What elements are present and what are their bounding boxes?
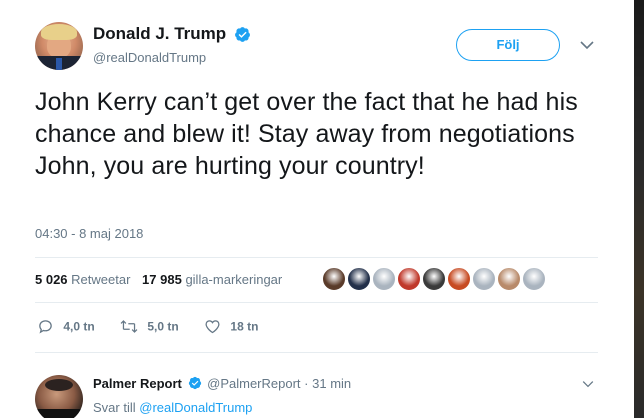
divider [35, 257, 598, 258]
tweet-stats: 5 026 Retweetar 17 985 gilla-markeringar [35, 272, 290, 287]
retweet-button[interactable]: 5,0 tn [120, 318, 179, 335]
reply-header: Palmer Report @PalmerReport · 31 min [93, 376, 351, 391]
liker-avatar[interactable] [372, 267, 396, 291]
tweet-actions: 4,0 tn 5,0 tn 18 tn [37, 318, 280, 335]
tweet-page: Donald J. Trump @realDonaldTrump Följ Jo… [0, 0, 644, 418]
like-stat[interactable]: 17 985 gilla-markeringar [142, 272, 282, 287]
liker-avatars [322, 267, 547, 293]
divider [35, 302, 598, 303]
liker-avatar[interactable] [522, 267, 546, 291]
reply-count: 4,0 tn [63, 319, 95, 334]
reply-context: Svar till @realDonaldTrump [93, 400, 252, 415]
like-button[interactable]: 18 tn [204, 318, 258, 335]
reply-author-handle[interactable]: @PalmerReport [207, 376, 300, 391]
verified-badge-icon [234, 26, 250, 42]
chevron-down-icon[interactable] [582, 380, 594, 388]
background-edge [634, 0, 644, 418]
author-info: Donald J. Trump @realDonaldTrump [93, 24, 251, 65]
liker-avatar[interactable] [397, 267, 421, 291]
tweet-timestamp[interactable]: 04:30 - 8 maj 2018 [35, 226, 143, 241]
author-handle[interactable]: @realDonaldTrump [93, 50, 251, 65]
heart-icon [205, 320, 220, 334]
retweet-action-count: 5,0 tn [147, 319, 179, 334]
liker-avatar[interactable] [472, 267, 496, 291]
avatar-tie [56, 58, 62, 70]
like-count: 17 985 [142, 272, 182, 287]
reply-button[interactable]: 4,0 tn [37, 318, 95, 335]
reply-author-name[interactable]: Palmer Report [93, 376, 182, 391]
liker-avatar[interactable] [322, 267, 346, 291]
like-action-count: 18 tn [230, 319, 259, 334]
reply-prefix: Svar till [93, 400, 136, 415]
liker-avatar[interactable] [422, 267, 446, 291]
verified-badge-icon [188, 376, 201, 390]
liker-avatar[interactable] [497, 267, 521, 291]
tweet-card: Donald J. Trump @realDonaldTrump Följ Jo… [0, 0, 634, 418]
liker-avatar[interactable] [447, 267, 471, 291]
chevron-down-icon[interactable] [580, 40, 594, 50]
author-display-name[interactable]: Donald J. Trump [93, 24, 226, 44]
reply-icon [39, 320, 52, 334]
retweet-icon [120, 320, 138, 333]
retweet-count: 5 026 [35, 272, 68, 287]
retweet-stat[interactable]: 5 026 Retweetar [35, 272, 130, 287]
author-avatar[interactable] [35, 22, 83, 70]
retweet-label: Retweetar [71, 272, 131, 287]
liker-avatar[interactable] [347, 267, 371, 291]
reply-separator: · [304, 376, 309, 391]
reply-to-link[interactable]: @realDonaldTrump [139, 400, 252, 415]
like-label: gilla-markeringar [185, 272, 283, 287]
reply-author-avatar[interactable] [35, 375, 83, 418]
tweet-text: John Kerry can’t get over the fact that … [35, 88, 578, 180]
avatar-shirt [35, 409, 83, 418]
avatar-hair [41, 24, 77, 40]
follow-button[interactable]: Följ [456, 29, 560, 61]
avatar-hair [45, 379, 73, 391]
reply-time[interactable]: 31 min [312, 376, 351, 391]
divider [35, 352, 598, 353]
